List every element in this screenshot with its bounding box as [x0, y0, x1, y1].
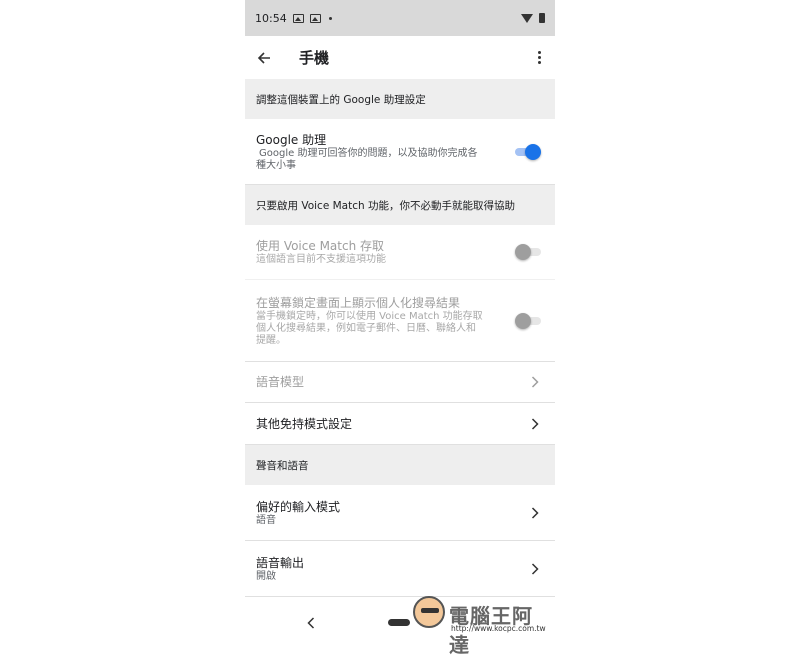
voice-match-access-row[interactable]: 使用 Voice Match 存取 這個語言目前不支援這項功能	[245, 225, 555, 280]
chevron-right-icon	[523, 417, 547, 430]
preferred-input-title: 偏好的輸入模式	[256, 499, 341, 514]
voice-match-access-toggle[interactable]	[515, 244, 541, 260]
status-bar: 10:54	[245, 0, 555, 36]
lock-screen-results-subtitle-line2: 個人化搜尋結果，例如電子郵件、日曆、聯絡人和	[256, 322, 476, 334]
wifi-icon	[521, 13, 533, 23]
watermark-url: http://www.kocpc.com.tw	[451, 624, 546, 633]
status-time: 10:54	[255, 11, 287, 25]
page-title: 手機	[299, 49, 330, 67]
phone-screen: 10:54 手機 調整這個裝置上的 Google 助理設定 Google 助理 …	[245, 0, 555, 640]
section-header-sound: 聲音和語音	[245, 445, 555, 485]
speech-output-title: 語音輸出	[256, 555, 305, 570]
back-arrow-icon[interactable]	[257, 50, 273, 66]
preferred-input-row[interactable]: 偏好的輸入模式 語音	[245, 485, 555, 541]
lock-screen-results-row[interactable]: 在螢幕鎖定畫面上顯示個人化搜尋結果 當手機鎖定時，你可以使用 Voice Mat…	[245, 280, 555, 362]
lock-screen-results-subtitle-line3: 提醒。	[256, 334, 286, 346]
voice-model-row[interactable]: 語音模型	[245, 362, 555, 403]
nav-home-pill[interactable]	[388, 619, 410, 626]
watermark-logo: 電腦王阿達 http://www.kocpc.com.tw	[413, 594, 553, 657]
google-assistant-subtitle-line1: Google 助理可回答你的問題，以及協助你完成各	[259, 147, 478, 159]
google-assistant-toggle[interactable]	[515, 143, 541, 160]
lock-screen-results-toggle[interactable]	[515, 312, 541, 329]
image-notification-icon	[292, 13, 304, 23]
more-notifications-dot-icon	[328, 16, 332, 20]
mascot-face-icon	[413, 596, 445, 628]
voice-match-access-subtitle: 這個語言目前不支援這項功能	[256, 254, 386, 265]
nav-back-icon[interactable]	[307, 614, 315, 633]
chevron-right-icon	[523, 506, 547, 519]
voice-match-access-title: 使用 Voice Match 存取	[256, 239, 384, 253]
google-assistant-title: Google 助理	[256, 132, 327, 147]
lock-screen-results-title: 在螢幕鎖定畫面上顯示個人化搜尋結果	[256, 295, 461, 310]
speech-output-row[interactable]: 語音輸出 開啟	[245, 541, 555, 597]
lock-screen-results-subtitle-line1: 當手機鎖定時，你可以使用 Voice Match 功能存取	[256, 310, 483, 322]
google-assistant-subtitle-line2: 種大小事	[256, 159, 296, 171]
google-assistant-row[interactable]: Google 助理 Google 助理可回答你的問題，以及協助你完成各 種大小事	[245, 119, 555, 185]
section-header-voice-match: 只要啟用 Voice Match 功能，你不必動手就能取得協助	[245, 185, 555, 225]
image-notification-icon	[309, 13, 321, 23]
settings-list: 調整這個裝置上的 Google 助理設定 Google 助理 Google 助理…	[245, 79, 555, 597]
hands-free-settings-row[interactable]: 其他免持模式設定	[245, 403, 555, 445]
section-header-device: 調整這個裝置上的 Google 助理設定	[245, 79, 555, 119]
battery-icon	[539, 13, 545, 23]
app-bar: 手機	[245, 36, 555, 79]
hands-free-settings-title: 其他免持模式設定	[256, 416, 353, 431]
chevron-right-icon	[523, 562, 547, 575]
chevron-right-icon	[523, 376, 547, 388]
speech-output-subtitle: 開啟	[256, 570, 276, 582]
more-options-icon[interactable]	[538, 51, 541, 64]
voice-model-title: 語音模型	[256, 375, 305, 389]
preferred-input-subtitle: 語音	[256, 514, 276, 526]
